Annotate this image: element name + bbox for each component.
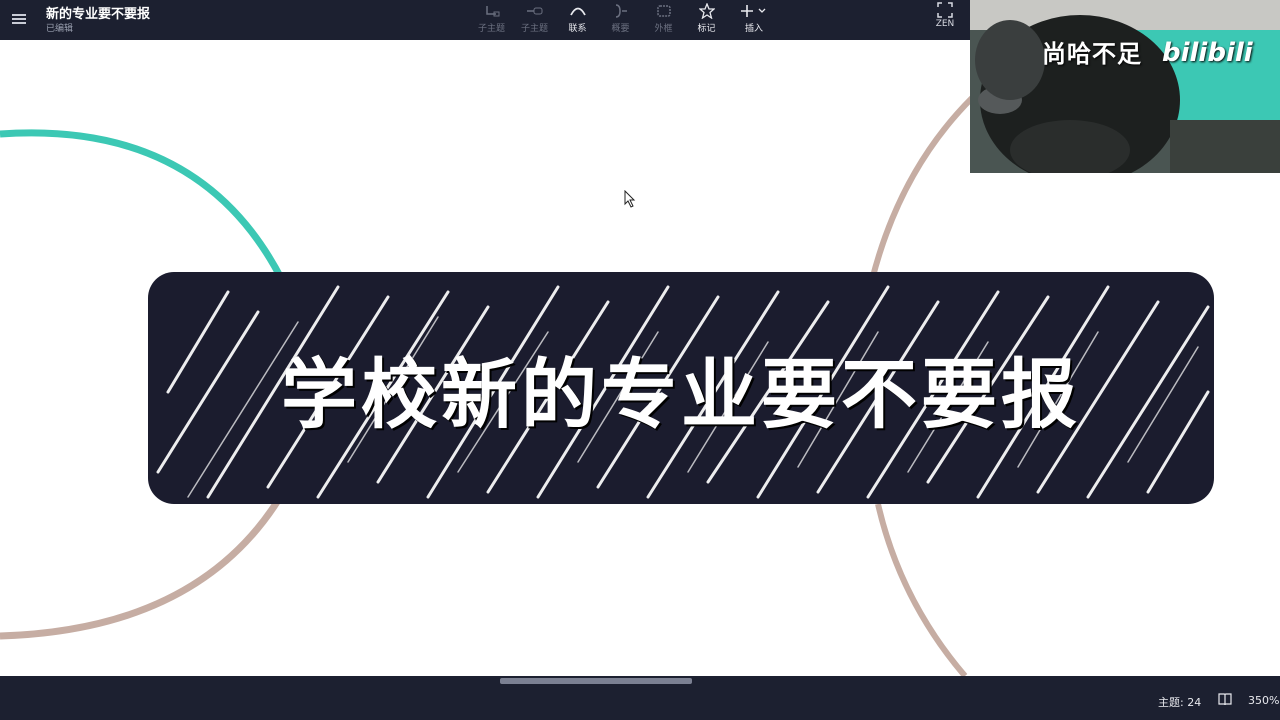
- star-icon: [698, 2, 715, 20]
- sibling-topic-icon: [526, 2, 544, 20]
- sibling-topic-button[interactable]: 子主题: [513, 2, 556, 38]
- central-topic-title: 学校新的专业要不要报: [281, 350, 1081, 439]
- toolbar: 子主题 子主题 联系 概要 外框 标记 插入: [470, 2, 780, 38]
- zen-mode-button[interactable]: ZEN: [930, 2, 960, 38]
- mouse-pointer-icon: [624, 190, 636, 208]
- summary-label: 概要: [611, 24, 630, 34]
- subtopic-button[interactable]: 子主题: [470, 2, 513, 38]
- document-title[interactable]: 新的专业要不要报: [46, 3, 150, 22]
- branch-line-taupe-left: [0, 492, 285, 640]
- central-topic-node[interactable]: 学校新的专业要不要报: [148, 272, 1214, 504]
- subtopic-label: 子主题: [477, 24, 505, 34]
- marker-label: 标记: [697, 24, 716, 34]
- relationship-icon: [569, 2, 587, 20]
- zen-label: ZEN: [935, 19, 955, 29]
- zoom-level[interactable]: 350%: [1248, 694, 1279, 707]
- summary-icon: [613, 2, 629, 20]
- bilibili-logo: bilibili: [1162, 38, 1253, 68]
- summary-button[interactable]: 概要: [599, 2, 642, 38]
- topic-count: 主题: 24: [1158, 696, 1202, 709]
- branch-line-teal: [0, 129, 286, 282]
- relationship-label: 联系: [568, 24, 587, 34]
- webcam-overlay-text: 尚哈不足: [1042, 40, 1142, 68]
- status-bar: 主题: 24 350%: [0, 676, 1280, 720]
- relationship-button[interactable]: 联系: [556, 2, 599, 38]
- subtopic-icon: [484, 2, 500, 20]
- webcam-video: [970, 0, 1280, 173]
- save-status: 已编辑: [46, 24, 74, 34]
- hamburger-menu-icon[interactable]: [8, 8, 30, 30]
- fullscreen-icon: [937, 2, 953, 18]
- marker-button[interactable]: 标记: [685, 2, 728, 38]
- insert-button[interactable]: 插入: [728, 2, 780, 38]
- insert-label: 插入: [744, 24, 763, 34]
- horizontal-scrollbar[interactable]: [500, 678, 692, 684]
- boundary-button[interactable]: 外框: [642, 2, 685, 38]
- plus-icon: [740, 2, 768, 20]
- boundary-label: 外框: [654, 24, 673, 34]
- outline-book-icon[interactable]: [1218, 692, 1232, 706]
- boundary-icon: [656, 2, 672, 20]
- webcam-overlay: 尚哈不足 bilibili: [970, 0, 1280, 173]
- sibling-topic-label: 子主题: [520, 24, 548, 34]
